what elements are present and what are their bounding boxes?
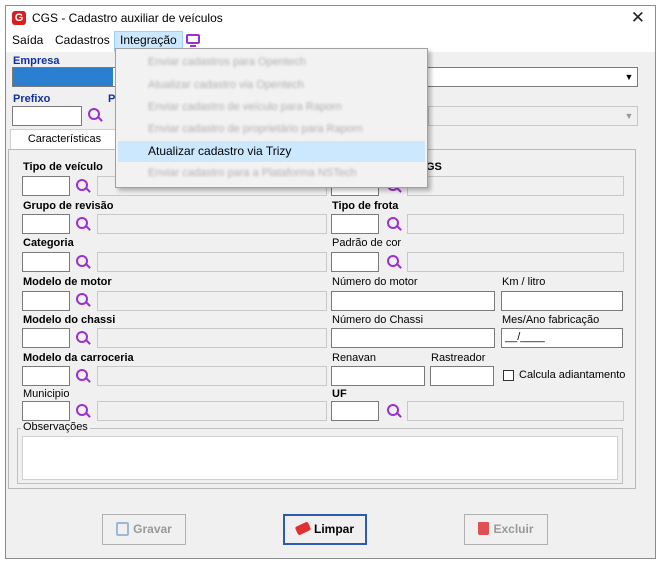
modelo-motor-desc — [97, 291, 327, 311]
tipo-veiculo-input[interactable] — [22, 176, 70, 196]
rastreador-input[interactable] — [430, 366, 494, 386]
search-icon[interactable] — [76, 404, 90, 418]
numero-chassi-label: Número do Chassi — [332, 314, 424, 326]
municipio-label: Municipio — [23, 388, 70, 400]
prefixo-label: Prefixo — [13, 93, 51, 105]
search-icon[interactable] — [76, 369, 90, 383]
empresa-label: Empresa — [13, 55, 60, 67]
numero-chassi-input[interactable] — [331, 328, 495, 348]
modelo-carroceria-input[interactable] — [22, 366, 70, 386]
empresa-selection — [13, 68, 113, 86]
modelo-chassi-input[interactable] — [22, 328, 70, 348]
modelo-carroceria-label: Modelo da carroceria — [23, 352, 134, 364]
tipo-frota-desc — [407, 214, 624, 234]
window-title: CGS - Cadastro auxiliar de veículos — [32, 11, 223, 25]
categoria-desc — [97, 252, 327, 272]
close-icon[interactable]: ✕ — [631, 8, 645, 28]
modelo-chassi-label: Modelo do chassi — [23, 314, 116, 326]
numero-motor-label: Número do motor — [332, 276, 418, 288]
cgs-desc — [407, 176, 624, 196]
prefixo-input[interactable] — [12, 106, 82, 126]
dropdown-item[interactable]: Atualizar cadastro via Opentech — [118, 75, 425, 96]
rastreador-label: Rastreador — [431, 352, 486, 364]
search-icon[interactable] — [387, 255, 401, 269]
search-icon[interactable] — [76, 217, 90, 231]
search-icon[interactable] — [76, 255, 90, 269]
chevron-down-icon[interactable]: ▼ — [621, 68, 637, 86]
limpar-label: Limpar — [313, 522, 354, 536]
save-icon — [116, 521, 130, 536]
excluir-label: Excluir — [493, 522, 534, 536]
placa-combo[interactable]: ▼ — [428, 106, 638, 126]
categoria-label: Categoria — [23, 237, 74, 249]
gravar-button[interactable]: Gravar — [102, 514, 186, 545]
municipio-desc — [97, 401, 327, 421]
limpar-button[interactable]: Limpar — [283, 514, 367, 545]
municipio-input[interactable] — [22, 401, 70, 421]
uf-input[interactable] — [331, 401, 379, 421]
modelo-motor-input[interactable] — [22, 291, 70, 311]
renavan-input[interactable] — [331, 366, 425, 386]
trash-icon — [478, 522, 490, 536]
dropdown-item-trizy[interactable]: Atualizar cadastro via Trizy — [118, 141, 425, 162]
mes-ano-label: Mes/Ano fabricação — [502, 314, 600, 326]
search-icon[interactable] — [76, 293, 90, 307]
search-icon[interactable] — [76, 331, 90, 345]
grupo-revisao-label: Grupo de revisão — [23, 200, 114, 212]
categoria-input[interactable] — [22, 252, 70, 272]
grupo-revisao-input[interactable] — [22, 214, 70, 234]
modelo-chassi-desc — [97, 328, 327, 348]
uf-label: UF — [332, 388, 347, 400]
grupo-revisao-desc — [97, 214, 327, 234]
padrao-cor-desc — [407, 252, 624, 272]
dropdown-item[interactable]: Enviar cadastro para a Plataforma NSTech — [118, 163, 425, 184]
search-icon[interactable] — [387, 404, 401, 418]
tab-caracteristicas[interactable]: Características — [10, 129, 119, 150]
cgs-label: GS — [426, 161, 442, 173]
eraser-icon — [294, 521, 312, 536]
observacoes-textarea[interactable] — [22, 436, 618, 480]
title-bar: G CGS - Cadastro auxiliar de veículos ✕ — [6, 6, 655, 31]
dropdown-item[interactable]: Enviar cadastros para Opentech — [118, 52, 425, 73]
observacoes-label: Observações — [21, 421, 90, 433]
numero-motor-input[interactable] — [331, 291, 495, 311]
calcula-adiantamento-checkbox[interactable] — [503, 370, 514, 381]
app-logo-icon: G — [12, 11, 26, 25]
tipo-frota-label: Tipo de frota — [332, 200, 399, 212]
km-litro-label: Km / litro — [502, 276, 546, 288]
tipo-veiculo-label: Tipo de veículo — [23, 161, 103, 173]
uf-desc — [407, 401, 624, 421]
km-litro-input[interactable] — [501, 291, 623, 311]
search-icon[interactable] — [88, 108, 102, 122]
tipo-frota-input[interactable] — [331, 214, 379, 234]
renavan-label: Renavan — [332, 352, 377, 364]
gravar-label: Gravar — [133, 522, 172, 536]
dropdown-item[interactable]: Enviar cadastro de proprietário para Rap… — [118, 119, 425, 140]
mes-ano-input[interactable]: __/____ — [501, 328, 623, 348]
modelo-motor-label: Modelo de motor — [23, 276, 112, 288]
menu-saida[interactable]: Saída — [7, 31, 48, 50]
search-icon[interactable] — [76, 179, 90, 193]
modelo-carroceria-desc — [97, 366, 327, 386]
excluir-button[interactable]: Excluir — [464, 514, 548, 545]
padrao-cor-label: Padrão de cor — [332, 237, 402, 249]
dropdown-item[interactable]: Enviar cadastro de veículo para Raporn — [118, 97, 425, 118]
integracao-dropdown: Enviar cadastros para Opentech Atualizar… — [115, 48, 428, 188]
monitor-icon[interactable] — [186, 34, 200, 47]
menu-cadastros[interactable]: Cadastros — [50, 31, 115, 50]
chevron-down-icon[interactable]: ▼ — [621, 107, 637, 125]
calcula-adiantamento-label: Calcula adiantamento — [519, 369, 626, 381]
padrao-cor-input[interactable] — [331, 252, 379, 272]
search-icon[interactable] — [387, 217, 401, 231]
